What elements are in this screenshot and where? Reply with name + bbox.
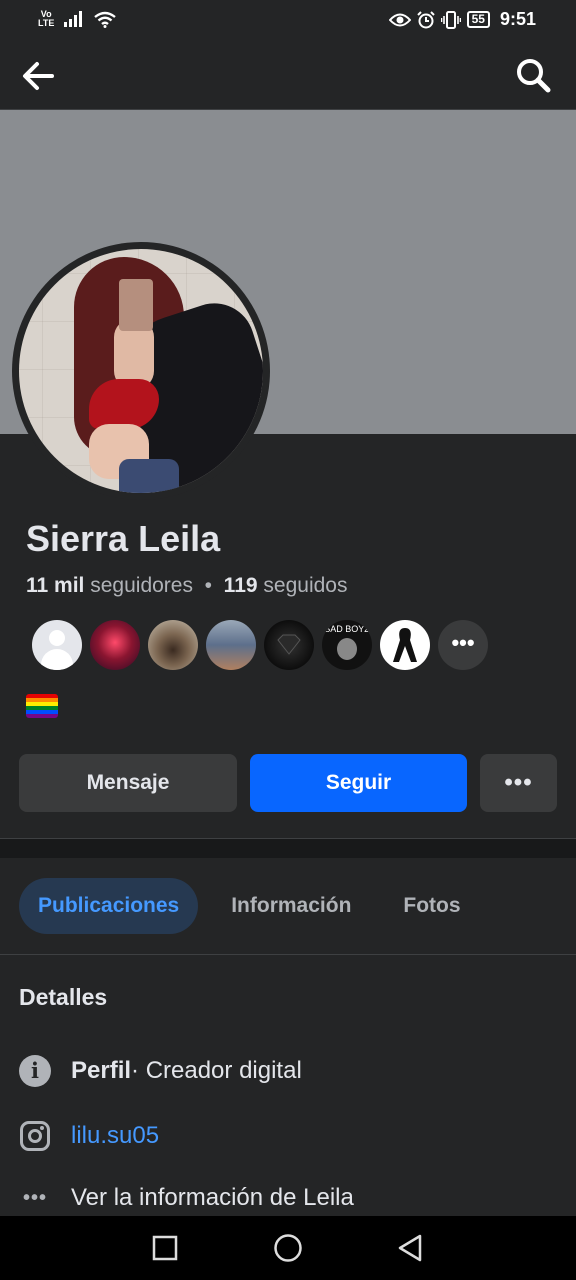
profile-type-value: · Creador digital — [131, 1057, 302, 1084]
see-more-label[interactable]: Ver la información de Leila — [71, 1184, 354, 1212]
sticker-text: SAD BOYZ — [324, 624, 370, 634]
battery-icon: 55 — [466, 11, 490, 28]
section-divider — [0, 838, 576, 858]
profile-type-label: Perfil — [71, 1057, 132, 1084]
detail-see-more[interactable]: ••• Ver la información de Leila — [19, 1182, 354, 1214]
search-button[interactable] — [514, 56, 552, 94]
volte-bottom: LTE — [38, 18, 55, 28]
follower-avatar[interactable] — [90, 620, 140, 670]
follower-avatar-ribbon[interactable] — [380, 620, 430, 670]
follower-avatar-default[interactable] — [32, 620, 82, 670]
instagram-icon — [19, 1120, 51, 1152]
status-bar: Vo LTE 55 9:51 — [0, 0, 576, 40]
signal-icon — [64, 11, 83, 27]
tab-fotos[interactable]: Fotos — [384, 878, 479, 934]
square-icon — [152, 1235, 178, 1261]
detail-instagram: lilu.su05 — [19, 1120, 159, 1152]
app-bar — [0, 40, 576, 110]
follower-avatar[interactable] — [264, 620, 314, 670]
black-ribbon-icon — [393, 628, 417, 662]
following-label[interactable]: seguidos — [263, 574, 347, 597]
followers-preview: SAD BOYZ ••• — [32, 620, 488, 670]
followers-count[interactable]: 11 mil — [26, 574, 84, 597]
tab-publicaciones[interactable]: Publicaciones — [19, 878, 199, 934]
recents-button[interactable] — [152, 1232, 178, 1269]
follower-avatar[interactable] — [148, 620, 198, 670]
flag-stripe — [26, 714, 58, 718]
wifi-icon — [94, 11, 117, 28]
status-left: Vo LTE — [38, 10, 117, 28]
home-button[interactable] — [272, 1232, 304, 1269]
volte-indicator: Vo LTE — [38, 10, 54, 28]
info-icon: i — [19, 1055, 51, 1087]
followers-label[interactable]: seguidores — [90, 574, 193, 597]
detail-profile-type: i Perfil · Creador digital — [19, 1055, 302, 1087]
system-nav-bar — [0, 1216, 576, 1280]
details-title: Detalles — [19, 984, 108, 1010]
clock: 9:51 — [499, 9, 536, 29]
eye-icon — [388, 13, 411, 26]
profile-name: Sierra Leila — [26, 518, 221, 559]
arrow-left-icon — [23, 62, 54, 90]
tabs-divider — [0, 954, 576, 955]
profile-photo — [19, 249, 263, 493]
stats-separator: • — [204, 574, 212, 597]
status-right: 55 9:51 — [388, 9, 536, 30]
search-icon — [517, 59, 551, 93]
follow-stats: 11 mil seguidores • 119 seguidos — [26, 574, 347, 598]
instagram-link[interactable]: lilu.su05 — [71, 1122, 159, 1150]
follower-avatar-sticker[interactable]: SAD BOYZ — [322, 620, 372, 670]
vibrate-icon — [440, 10, 461, 29]
back-nav-button[interactable] — [395, 1232, 425, 1269]
superman-logo-icon — [277, 634, 301, 655]
triangle-back-icon — [398, 1234, 422, 1262]
more-followers-button[interactable]: ••• — [438, 620, 488, 670]
follower-avatar[interactable] — [206, 620, 256, 670]
tab-informacion[interactable]: Información — [212, 878, 370, 934]
more-dots-icon: ••• — [22, 1186, 47, 1209]
alarm-icon — [416, 10, 435, 28]
back-button[interactable] — [18, 56, 58, 96]
message-button[interactable]: Mensaje — [19, 754, 237, 812]
more-options-button[interactable]: ••• — [480, 754, 557, 812]
follow-button[interactable]: Seguir — [250, 754, 467, 812]
profile-avatar[interactable] — [12, 242, 270, 500]
profile-tabs: Publicaciones Información Fotos — [19, 878, 494, 934]
following-count[interactable]: 119 — [224, 574, 258, 597]
pride-flag-emoji — [26, 694, 58, 718]
circle-icon — [274, 1234, 302, 1262]
